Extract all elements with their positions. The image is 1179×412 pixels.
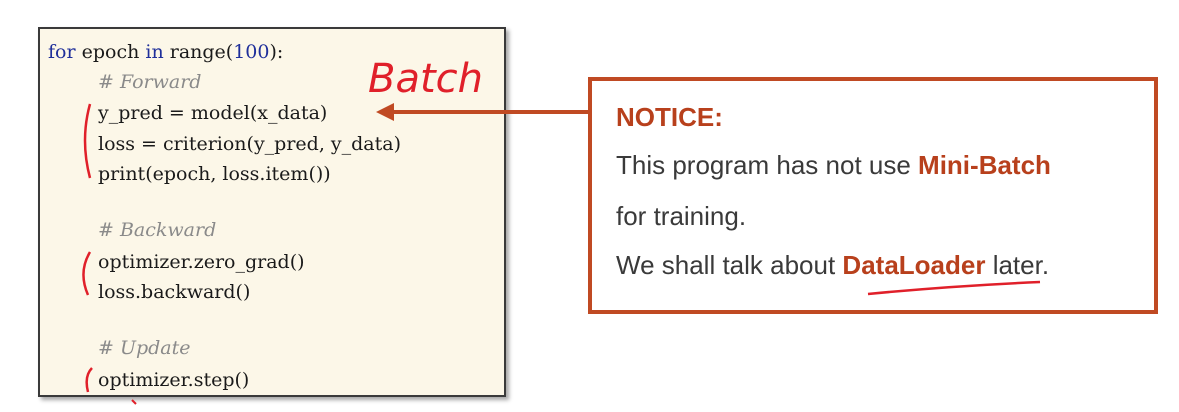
notice-line-2: for training. xyxy=(616,201,747,231)
highlight-dataloader: DataLoader xyxy=(842,250,986,280)
highlight-mini-batch: Mini-Batch xyxy=(918,150,1051,180)
notice-text: This program has not use xyxy=(616,150,919,180)
code-line-loss: loss = criterion(y_pred, y_data) xyxy=(98,133,402,155)
code-line-pred: y_pred = model(x_data) xyxy=(98,102,328,124)
code-line-backward: loss.backward() xyxy=(98,281,251,303)
number-literal: 100 xyxy=(233,41,270,63)
keyword-for: for xyxy=(48,41,76,63)
keyword-in: in xyxy=(145,41,164,63)
notice-box: NOTICE: This program has not use Mini-Ba… xyxy=(588,77,1158,314)
code-text: range( xyxy=(163,41,234,63)
code-line-zero-grad: optimizer.zero_grad() xyxy=(98,251,305,273)
notice-text: later. xyxy=(985,250,1050,280)
ink-mark-icon xyxy=(131,399,137,405)
code-line-print: print(epoch, loss.item()) xyxy=(98,163,331,185)
comment-forward: # Forward xyxy=(98,71,202,93)
notice-title: NOTICE: xyxy=(616,102,723,132)
comment-backward: # Backward xyxy=(98,219,217,241)
notice-line-3: We shall talk about DataLoader later. xyxy=(616,250,1049,281)
comment-update: # Update xyxy=(98,337,191,359)
code-panel: for epoch in range(100): # Forward y_pre… xyxy=(38,27,506,397)
code-line-step: optimizer.step() xyxy=(98,369,250,391)
code-text: ): xyxy=(269,41,284,63)
notice-text: We shall talk about xyxy=(616,250,843,280)
code-line-for: for epoch in range(100): xyxy=(48,41,283,63)
notice-line-1: This program has not use Mini-Batch xyxy=(616,150,1051,181)
code-text: epoch xyxy=(75,41,146,63)
